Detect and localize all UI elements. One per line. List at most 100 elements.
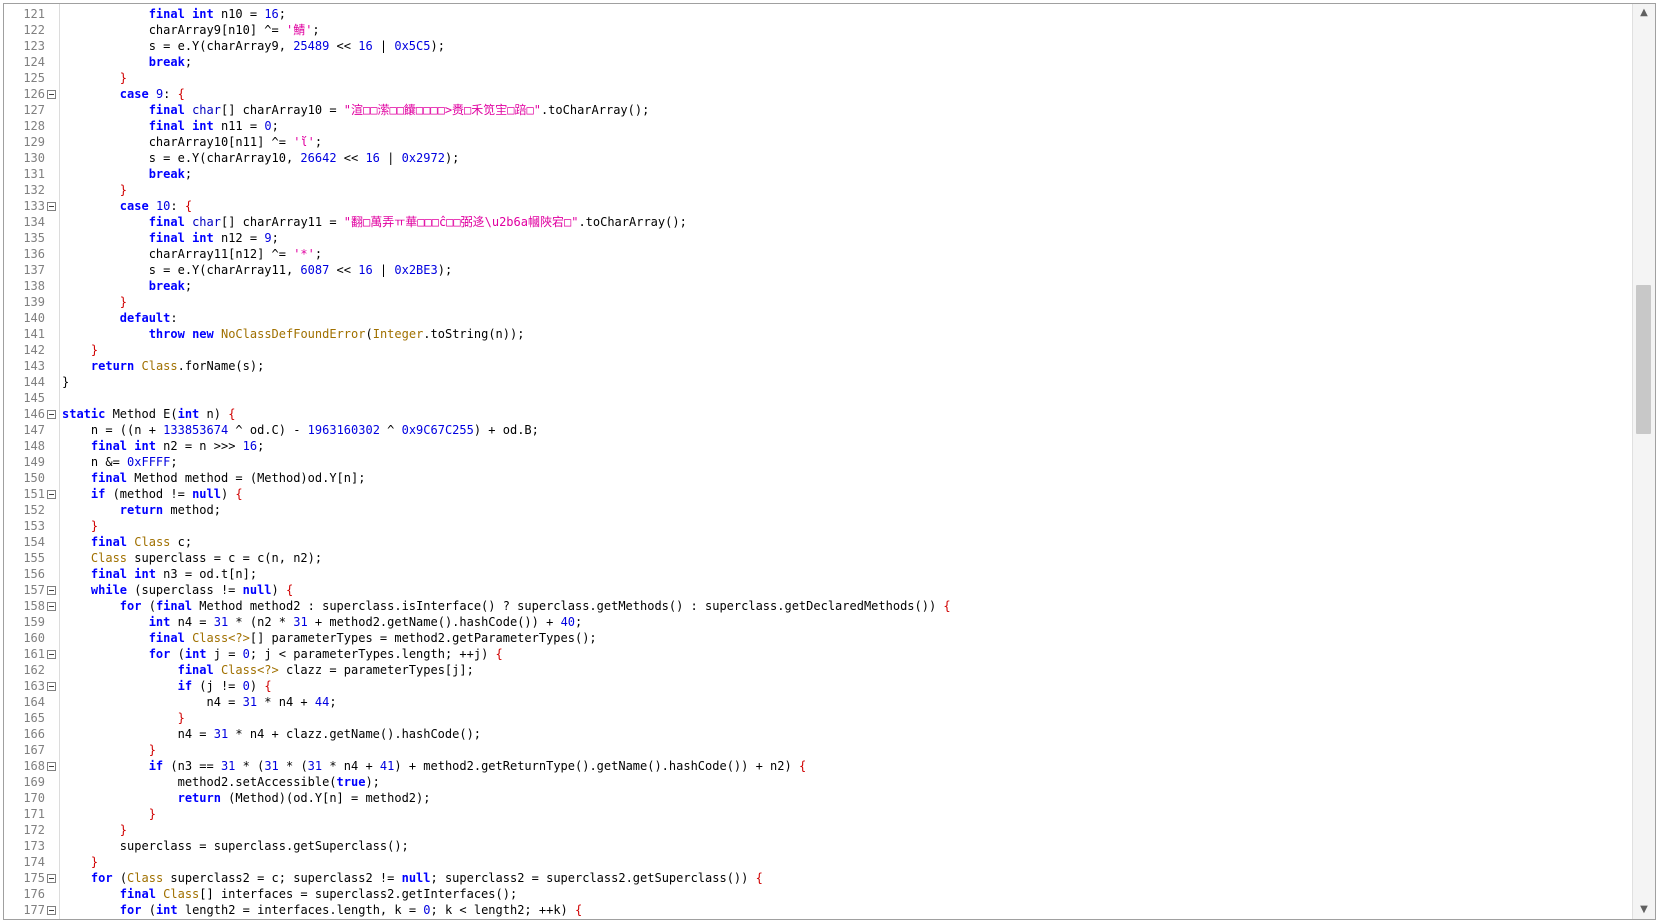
code-line[interactable]: 157 while (superclass != null) {	[4, 582, 1631, 598]
code-line[interactable]: 148 final int n2 = n >>> 16;	[4, 438, 1631, 454]
code-line[interactable]: 156 final int n3 = od.t[n];	[4, 566, 1631, 582]
code-line[interactable]: 121 final int n10 = 16;	[4, 6, 1631, 22]
code-token: }	[90, 343, 99, 357]
code-line[interactable]: 139 }	[4, 294, 1631, 310]
code-line[interactable]: 160 final Class<?>[] parameterTypes = me…	[4, 630, 1631, 646]
code-line[interactable]: 168 if (n3 == 31 * (31 * (31 * n4 + 41) …	[4, 758, 1631, 774]
scroll-down-arrow-icon[interactable]: ▼	[1633, 901, 1655, 919]
code-line[interactable]: 143 return Class.forName(s);	[4, 358, 1631, 374]
code-token: ) + method2.getReturnType().getName().ha…	[394, 759, 799, 773]
code-token: 16	[358, 263, 373, 277]
code-token: )	[249, 679, 265, 693]
code-line[interactable]: 176 final Class[] interfaces = superclas…	[4, 886, 1631, 902]
code-text: final Class c;	[62, 534, 192, 550]
code-token: final	[155, 599, 193, 613]
code-line[interactable]: 169 method2.setAccessible(true);	[4, 774, 1631, 790]
code-line[interactable]: 153 }	[4, 518, 1631, 534]
fold-collapse-icon[interactable]	[47, 602, 56, 611]
code-line[interactable]: 151 if (method != null) {	[4, 486, 1631, 502]
code-line[interactable]: 132 }	[4, 182, 1631, 198]
code-token: ;	[271, 119, 279, 133]
code-line[interactable]: 147 n = ((n + 133853674 ^ od.C) - 196316…	[4, 422, 1631, 438]
code-line[interactable]: 125 }	[4, 70, 1631, 86]
code-line[interactable]: 154 final Class c;	[4, 534, 1631, 550]
code-line[interactable]: 134 final char[] charArray11 = "翻□萬弄ㅠ華□□…	[4, 214, 1631, 230]
code-line[interactable]: 124 break;	[4, 54, 1631, 70]
code-text: s = e.Y(charArray11, 6087 << 16 | 0x2BE3…	[62, 262, 453, 278]
scroll-up-arrow-icon[interactable]: ▲	[1633, 4, 1655, 22]
code-line[interactable]: 130 s = e.Y(charArray10, 26642 << 16 | 0…	[4, 150, 1631, 166]
line-number: 147	[23, 423, 45, 437]
code-line[interactable]: 131 break;	[4, 166, 1631, 182]
code-token: ) + od.B;	[473, 423, 539, 437]
code-token: default	[119, 311, 171, 325]
code-editor[interactable]: 121 final int n10 = 16; 122 charArray9[n1…	[3, 3, 1656, 920]
fold-collapse-icon[interactable]	[47, 874, 56, 883]
code-line[interactable]: 123 s = e.Y(charArray9, 25489 << 16 | 0x…	[4, 38, 1631, 54]
code-line[interactable]: 164 n4 = 31 * n4 + 44;	[4, 694, 1631, 710]
code-line[interactable]: 146 static Method E(int n) {	[4, 406, 1631, 422]
line-number: 134	[23, 215, 45, 229]
code-token: Integer	[372, 327, 424, 341]
code-line[interactable]: 144}	[4, 374, 1631, 390]
code-line[interactable]: 161 for (int j = 0; j < parameterTypes.l…	[4, 646, 1631, 662]
fold-collapse-icon[interactable]	[47, 906, 56, 915]
fold-collapse-icon[interactable]	[47, 90, 56, 99]
code-line[interactable]: 162 final Class<?> clazz = parameterType…	[4, 662, 1631, 678]
code-line[interactable]: 126 case 9: {	[4, 86, 1631, 102]
code-line[interactable]: 127 final char[] charArray10 = "渲□□潆□□饢□…	[4, 102, 1631, 118]
scroll-thumb[interactable]	[1636, 284, 1651, 435]
code-token: 16	[264, 7, 279, 21]
fold-collapse-icon[interactable]	[47, 650, 56, 659]
code-line[interactable]: 122 charArray9[n10] ^= '鯖';	[4, 22, 1631, 38]
line-number: 174	[23, 855, 45, 869]
code-token: "渲□□潆□□饢□□□□>赉□禾笕宔□踣□"	[343, 103, 541, 117]
code-line[interactable]: 140 default:	[4, 310, 1631, 326]
code-line[interactable]: 174 }	[4, 854, 1631, 870]
code-line[interactable]: 166 n4 = 31 * n4 + clazz.getName().hashC…	[4, 726, 1631, 742]
vertical-scrollbar[interactable]: ▲ ▼	[1632, 4, 1655, 919]
code-line[interactable]: 171 }	[4, 806, 1631, 822]
code-line[interactable]: 152 return method;	[4, 502, 1631, 518]
code-line[interactable]: 159 int n4 = 31 * (n2 * 31 + method2.get…	[4, 614, 1631, 630]
fold-collapse-icon[interactable]	[47, 490, 56, 499]
fold-collapse-icon[interactable]	[47, 586, 56, 595]
code-line[interactable]: 141 throw new NoClassDefFoundError(Integ…	[4, 326, 1631, 342]
code-line[interactable]: 167 }	[4, 742, 1631, 758]
code-line[interactable]: 133 case 10: {	[4, 198, 1631, 214]
code-line[interactable]: 136 charArray11[n12] ^= '*';	[4, 246, 1631, 262]
code-line[interactable]: 138 break;	[4, 278, 1631, 294]
code-line[interactable]: 142 }	[4, 342, 1631, 358]
code-text: case 9: {	[62, 86, 185, 102]
code-line[interactable]: 135 final int n12 = 9;	[4, 230, 1631, 246]
code-line[interactable]: 137 s = e.Y(charArray11, 6087 << 16 | 0x…	[4, 262, 1631, 278]
code-line[interactable]: 177 for (int length2 = interfaces.length…	[4, 902, 1631, 918]
code-line[interactable]: 150 final Method method = (Method)od.Y[n…	[4, 470, 1631, 486]
code-lines[interactable]: 121 final int n10 = 16; 122 charArray9[n1…	[4, 6, 1631, 918]
code-token: Class	[134, 535, 171, 549]
code-line[interactable]: 165 }	[4, 710, 1631, 726]
code-line[interactable]: 173 superclass = superclass.getSuperclas…	[4, 838, 1631, 854]
fold-collapse-icon[interactable]	[47, 410, 56, 419]
code-token: (j !=	[192, 679, 243, 693]
fold-collapse-icon[interactable]	[47, 682, 56, 691]
code-line[interactable]: 128 final int n11 = 0;	[4, 118, 1631, 134]
fold-collapse-icon[interactable]	[47, 202, 56, 211]
code-token: 16	[365, 151, 380, 165]
code-line[interactable]: 172 }	[4, 822, 1631, 838]
code-line[interactable]: 170 return (Method)(od.Y[n] = method2);	[4, 790, 1631, 806]
code-line[interactable]: 145	[4, 390, 1631, 406]
fold-collapse-icon[interactable]	[47, 762, 56, 771]
code-line[interactable]: 155 Class superclass = c = c(n, n2);	[4, 550, 1631, 566]
code-token: |	[379, 151, 402, 165]
code-line[interactable]: 163 if (j != 0) {	[4, 678, 1631, 694]
code-token: 1963160302	[307, 423, 380, 437]
code-token: ; j < parameterTypes.length; ++j)	[249, 647, 496, 661]
code-line[interactable]: 129 charArray10[n11] ^= 'ἴ';	[4, 134, 1631, 150]
code-line[interactable]: 175 for (Class superclass2 = c; supercla…	[4, 870, 1631, 886]
code-text: final int n2 = n >>> 16;	[62, 438, 264, 454]
code-line[interactable]: 149 n &= 0xFFFF;	[4, 454, 1631, 470]
code-line[interactable]: 158 for (final Method method2 : supercla…	[4, 598, 1631, 614]
